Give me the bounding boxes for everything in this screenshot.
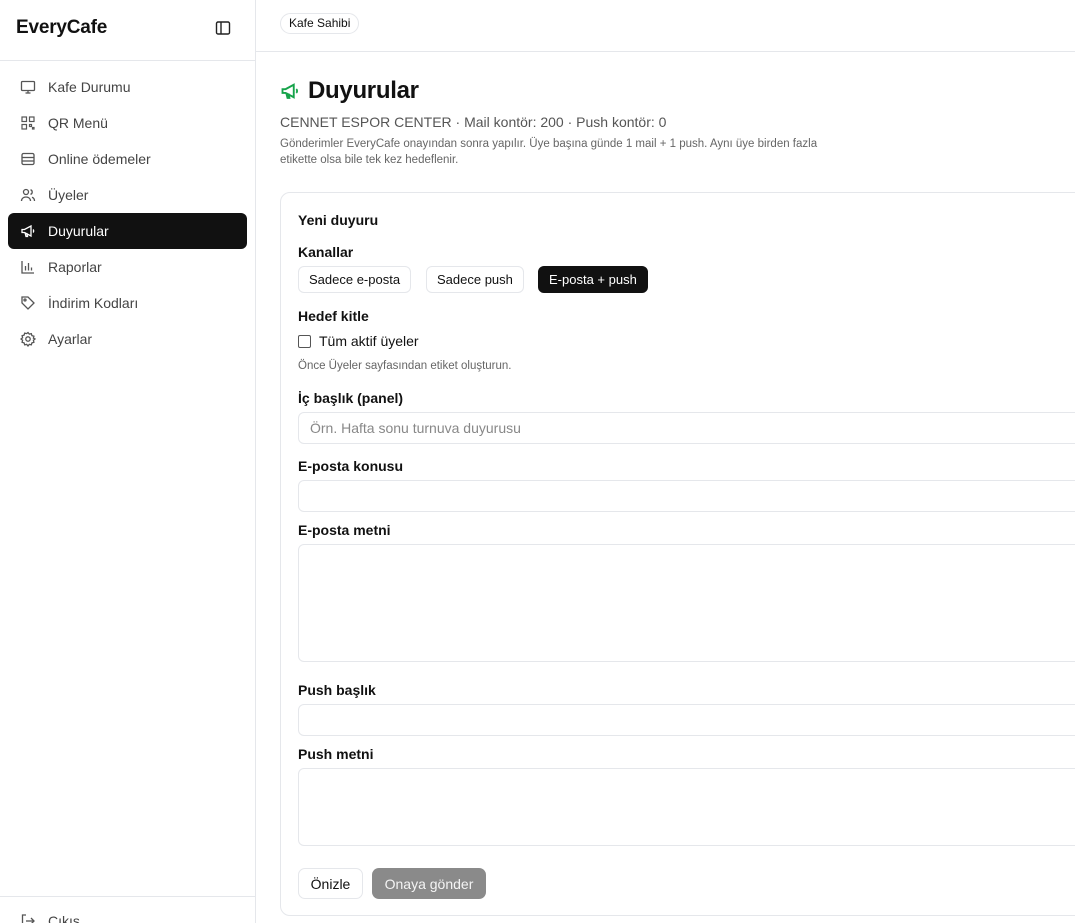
sidebar-item-label: Raporlar <box>48 259 102 275</box>
panel-left-icon <box>215 21 231 35</box>
sidebar-item-label: Duyurular <box>48 223 109 239</box>
sidebar-item-label: Ayarlar <box>48 331 93 347</box>
sidebar: EveryCafe Kafe Durumu QR Menü Online öde… <box>0 0 256 923</box>
preview-button[interactable]: Önizle <box>298 868 363 899</box>
push-body-textarea[interactable] <box>298 768 1075 846</box>
sidebar-item-indirim-kodlari[interactable]: İndirim Kodları <box>8 285 247 321</box>
push-title-input[interactable] <box>298 704 1075 736</box>
all-members-checkbox[interactable] <box>298 334 311 348</box>
channel-push-only-button[interactable]: Sadece push <box>426 266 524 293</box>
push-title-label: Push başlık <box>298 682 376 698</box>
sidebar-nav: Kafe Durumu QR Menü Online ödemeler Üyel… <box>8 69 247 357</box>
users-icon <box>20 187 36 203</box>
all-members-label: Tüm aktif üyeler <box>319 333 419 349</box>
sidebar-item-qr-menu[interactable]: QR Menü <box>8 105 247 141</box>
internal-title-input[interactable]: Örn. Hafta sonu turnuva duyurusu <box>298 412 1075 444</box>
bar-chart-icon <box>20 259 36 275</box>
card-title: Yeni duyuru <box>298 212 379 228</box>
brand-row: EveryCafe <box>0 0 255 61</box>
sidebar-item-label: QR Menü <box>48 115 108 131</box>
sidebar-footer: Çıkış <box>0 896 255 923</box>
megaphone-icon <box>280 81 300 101</box>
audience-hint: Önce Üyeler sayfasından etiket oluşturun… <box>298 360 512 372</box>
page-subtitle: CENNET ESPOR CENTER · Mail kontör: 200 ·… <box>280 114 667 130</box>
email-body-textarea[interactable] <box>298 544 1075 662</box>
email-subject-input[interactable] <box>298 480 1075 512</box>
brand-logo: EveryCafe <box>16 17 108 38</box>
channel-email-only-button[interactable]: Sadece e-posta <box>298 266 412 293</box>
tag-icon <box>20 295 36 311</box>
page-title: Duyurular <box>308 77 419 104</box>
topbar: Kafe Sahibi <box>256 0 1075 52</box>
push-body-label: Push metni <box>298 746 374 762</box>
sidebar-item-label: Kafe Durumu <box>48 79 131 95</box>
internal-title-label: İç başlık (panel) <box>298 390 404 406</box>
sidebar-item-online-odemeler[interactable]: Online ödemeler <box>8 141 247 177</box>
sidebar-item-kafe-durumu[interactable]: Kafe Durumu <box>8 69 247 105</box>
sidebar-item-ayarlar[interactable]: Ayarlar <box>8 321 247 357</box>
audience-label: Hedef kitle <box>298 308 369 324</box>
sidebar-item-raporlar[interactable]: Raporlar <box>8 249 247 285</box>
channels-label: Kanallar <box>298 244 354 260</box>
channel-email-push-button[interactable]: E-posta + push <box>538 266 648 293</box>
gear-icon <box>20 331 36 347</box>
sidebar-toggle-button[interactable] <box>213 18 233 38</box>
sidebar-item-uyeler[interactable]: Üyeler <box>8 177 247 213</box>
role-badge: Kafe Sahibi <box>280 13 360 34</box>
sidebar-item-duyurular[interactable]: Duyurular <box>8 213 247 249</box>
megaphone-icon <box>20 223 36 239</box>
page-header: Duyurular <box>280 77 419 105</box>
submit-for-approval-button[interactable]: Onaya gönder <box>372 868 486 899</box>
database-icon <box>20 151 36 167</box>
email-subject-label: E-posta konusu <box>298 458 404 474</box>
log-out-icon <box>20 913 36 923</box>
logout-button[interactable]: Çıkış <box>20 913 80 923</box>
new-announcement-card: Yeni duyuru Kanallar Sadece e-posta Sade… <box>280 192 1075 916</box>
page-note: Gönderimler EveryCafe onayından sonra ya… <box>280 138 818 166</box>
logout-label: Çıkış <box>48 913 80 923</box>
sidebar-item-label: Üyeler <box>48 187 89 203</box>
qr-code-icon <box>20 115 36 131</box>
monitor-icon <box>20 79 36 95</box>
all-members-option[interactable]: Tüm aktif üyeler <box>298 333 419 349</box>
sidebar-item-label: Online ödemeler <box>48 151 151 167</box>
sidebar-item-label: İndirim Kodları <box>48 295 139 311</box>
email-body-label: E-posta metni <box>298 522 391 538</box>
